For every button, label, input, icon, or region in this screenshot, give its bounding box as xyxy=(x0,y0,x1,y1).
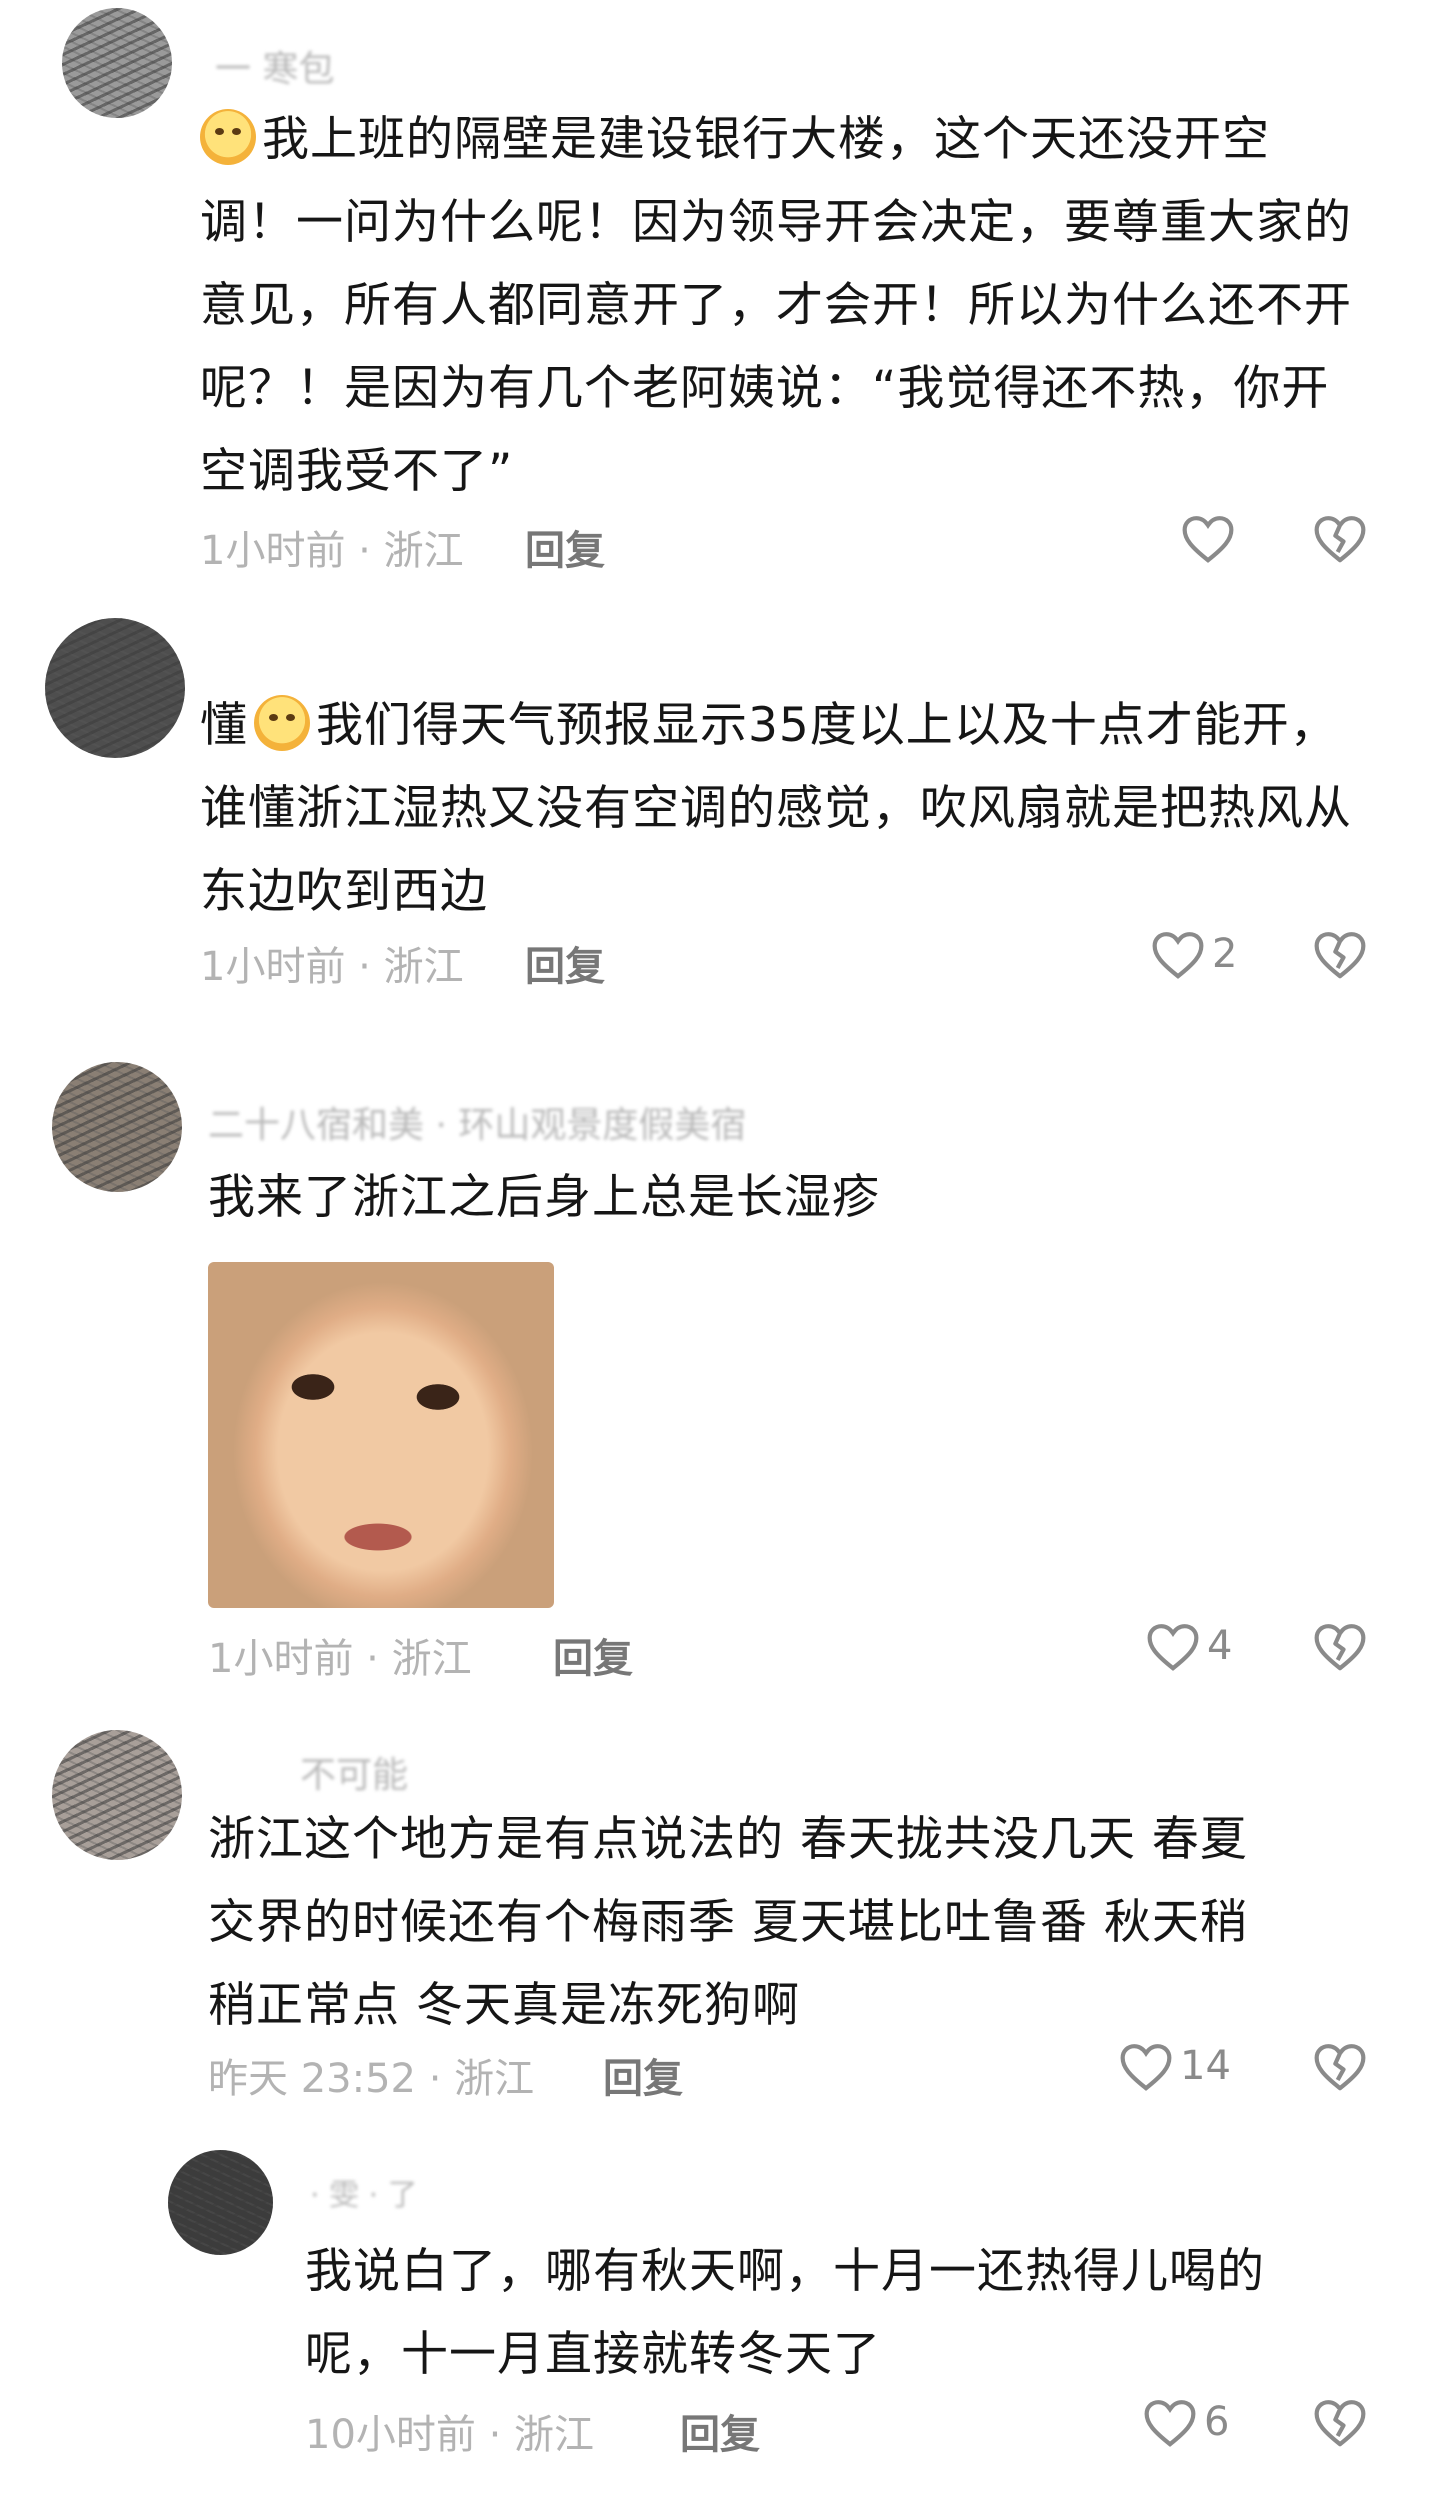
broken-heart-icon xyxy=(1314,2400,1366,2447)
dislike-button[interactable] xyxy=(1312,2040,1368,2092)
crying-child-face-photo[interactable] xyxy=(208,1262,554,1608)
broken-heart-icon xyxy=(1314,516,1366,563)
comment-item: 二十八宿和美 · 环山观景度假美宿 我来了浙江之后身上总是长湿疹 1小时前 · … xyxy=(0,1030,1440,1690)
dislike-button[interactable] xyxy=(1312,1620,1368,1672)
broken-heart-icon xyxy=(1314,932,1366,979)
dislike-button[interactable] xyxy=(1312,928,1368,980)
heart-outline-icon xyxy=(1152,932,1204,979)
like-button[interactable] xyxy=(1180,512,1242,564)
comment-meta: 1小时前 · 浙江 xyxy=(200,944,464,990)
comment-text: 我上班的隔壁是建设银行大楼，这个天还没开空 调！一问为什么呢！因为领导开会决定，… xyxy=(200,98,1352,513)
reply-comment-item: · 雯 · 了 我说白了，哪有秋天啊，十月一还热得儿喝的 呢，十一月直接就转冬天… xyxy=(0,2130,1440,2495)
reply-button[interactable]: 回复 xyxy=(680,2402,760,2460)
avatar[interactable] xyxy=(52,1062,182,1192)
sweat-emoji-icon xyxy=(200,109,256,165)
dislike-button[interactable] xyxy=(1312,512,1368,564)
smile-emoji-icon xyxy=(254,695,310,751)
reply-button[interactable]: 回复 xyxy=(603,2046,683,2104)
broken-heart-icon xyxy=(1314,2044,1366,2091)
heart-outline-icon xyxy=(1120,2044,1172,2091)
comment-meta: 10小时前 · 浙江 xyxy=(305,2412,595,2458)
like-count: 2 xyxy=(1212,931,1238,977)
comment-text: 我说白了，哪有秋天啊，十月一还热得儿喝的 呢，十一月直接就转冬天了 xyxy=(305,2244,1265,2382)
reply-button[interactable]: 回复 xyxy=(525,518,605,576)
comment-item: 懂我们得天气预报显示35度以上以及十点才能开， 谁懂浙江湿热又没有空调的感觉，吹… xyxy=(0,600,1440,1030)
dislike-button[interactable] xyxy=(1312,2396,1368,2448)
comment-text: 懂我们得天气预报显示35度以上以及十点才能开， 谁懂浙江湿热又没有空调的感觉，吹… xyxy=(200,684,1352,933)
reply-button[interactable]: 回复 xyxy=(553,1626,633,1684)
username[interactable]: · 雯 · 了 xyxy=(310,2170,418,2214)
comment-meta: 1小时前 · 浙江 xyxy=(208,1636,472,1682)
like-count: 4 xyxy=(1207,1623,1233,1669)
username[interactable]: 二十八宿和美 · 环山观景度假美宿 xyxy=(208,1096,746,1148)
reply-button[interactable]: 回复 xyxy=(525,934,605,992)
like-count: 14 xyxy=(1180,2043,1231,2089)
like-button[interactable]: 6 xyxy=(1142,2396,1229,2448)
like-button[interactable]: 4 xyxy=(1145,1620,1232,1672)
heart-outline-icon xyxy=(1144,2400,1196,2447)
avatar[interactable] xyxy=(62,8,172,118)
comment-meta: 1小时前 · 浙江 xyxy=(200,528,464,574)
comment-item: 不可能 浙江这个地方是有点说法的 春天拢共没几天 春夏 交界的时候还有个梅雨季 … xyxy=(0,1690,1440,2130)
like-button[interactable]: 2 xyxy=(1150,928,1237,980)
avatar[interactable] xyxy=(168,2150,273,2255)
broken-heart-icon xyxy=(1314,1624,1366,1671)
heart-outline-icon xyxy=(1182,516,1234,563)
comment-item: 一 寒包 我上班的隔壁是建设银行大楼，这个天还没开空 调！一问为什么呢！因为领导… xyxy=(0,0,1440,600)
comment-text: 浙江这个地方是有点说法的 春天拢共没几天 春夏 交界的时候还有个梅雨季 夏天堪比… xyxy=(208,1812,1248,2033)
username[interactable]: 不可能 xyxy=(300,1746,408,1798)
username[interactable]: 一 寒包 xyxy=(215,40,334,92)
avatar[interactable] xyxy=(45,618,185,758)
comment-text: 我来了浙江之后身上总是长湿疹 xyxy=(208,1170,880,1225)
comment-meta: 昨天 23:52 · 浙江 xyxy=(208,2056,535,2102)
heart-outline-icon xyxy=(1147,1624,1199,1671)
like-button[interactable]: 14 xyxy=(1118,2040,1231,2092)
avatar[interactable] xyxy=(52,1730,182,1860)
like-count: 6 xyxy=(1204,2399,1230,2445)
